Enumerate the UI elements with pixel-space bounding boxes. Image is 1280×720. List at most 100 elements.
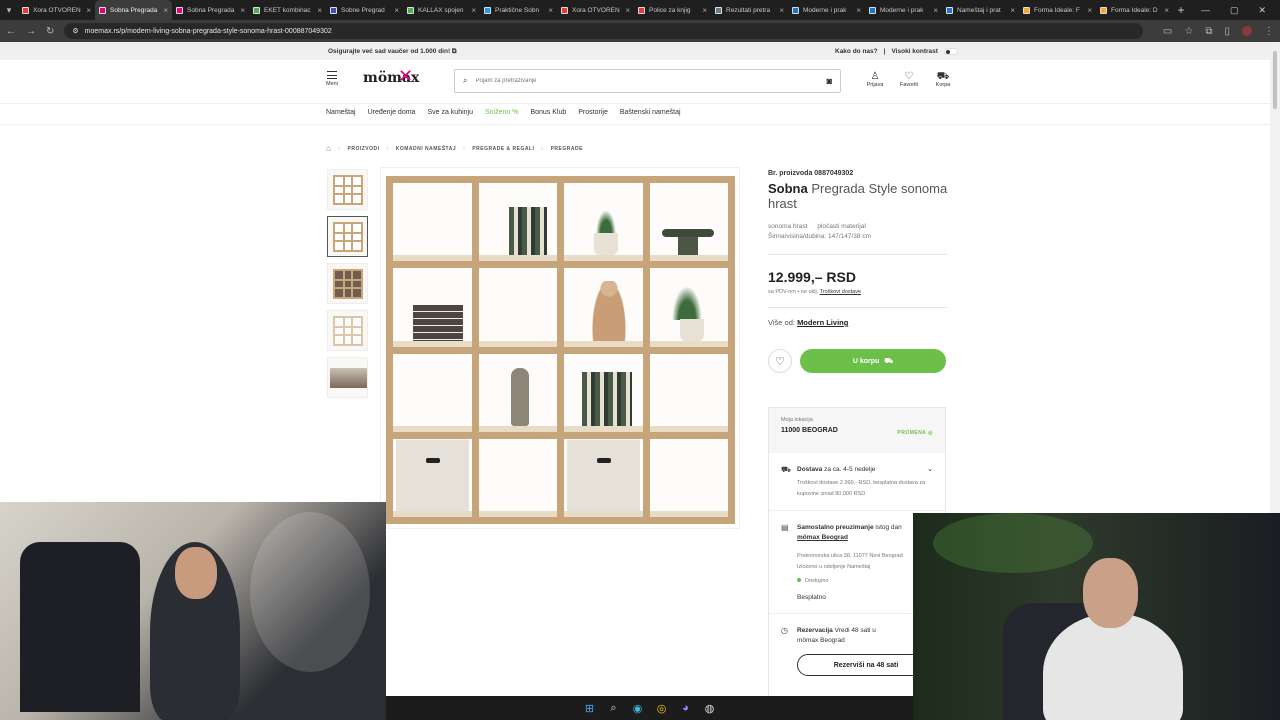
close-tab-icon[interactable]: × (548, 6, 553, 15)
thumbnail[interactable] (327, 357, 368, 398)
back-icon[interactable]: ← (6, 26, 16, 37)
search-input[interactable] (475, 78, 827, 84)
close-tab-icon[interactable]: × (163, 6, 168, 15)
close-tab-icon[interactable]: × (1164, 6, 1169, 15)
browser-tab[interactable]: Sobna Pregrada × (172, 0, 249, 20)
site-logo[interactable]: mömax ✕ (363, 66, 419, 87)
browser-tab[interactable]: Praktične Sobn × (480, 0, 557, 20)
breadcrumb-item[interactable]: PROIZVODI (348, 146, 380, 152)
site-info-icon[interactable]: ⚙ (72, 27, 78, 35)
close-tab-icon[interactable]: × (1010, 6, 1015, 15)
browser-tab[interactable]: Forma Ideale: D × (1096, 0, 1173, 20)
close-tab-icon[interactable]: × (240, 6, 245, 15)
cast-icon[interactable]: ▭ (1163, 26, 1172, 37)
search-icon[interactable]: ⌕ (463, 76, 467, 86)
close-tab-icon[interactable]: × (471, 6, 476, 15)
thumbnail-selected[interactable] (327, 216, 368, 257)
nav-furniture[interactable]: Nameštaj (326, 109, 356, 116)
thumbnail[interactable] (327, 169, 368, 210)
product-image[interactable] (380, 167, 740, 529)
tab-title: Xora OTVOREN (33, 6, 81, 14)
extensions-icon[interactable]: ⧉ (1205, 26, 1212, 37)
tab-title: Moderne i prak (803, 6, 847, 14)
profile-avatar[interactable] (1242, 26, 1252, 36)
cart-icon: ⛟ (884, 357, 894, 365)
home-icon[interactable]: ⌂ (326, 144, 331, 153)
menu-button[interactable]: Meni (326, 71, 338, 87)
tab-title: Moderne i prak (880, 6, 924, 14)
browser-tab[interactable]: Nameštaj i prat × (942, 0, 1019, 20)
close-tab-icon[interactable]: × (86, 6, 91, 15)
divider (768, 254, 948, 255)
shipping-costs-link[interactable]: Troškovi dostave (820, 289, 861, 295)
add-to-favorites-button[interactable]: ♡ (768, 349, 792, 373)
discord-icon[interactable]: ◕ (679, 702, 693, 714)
change-location-button[interactable]: PROMENA ◎ (897, 430, 933, 436)
app-icon[interactable]: ◍ (703, 702, 717, 715)
chevron-down-icon[interactable]: ⌄ (927, 465, 933, 473)
close-tab-icon[interactable]: × (1087, 6, 1092, 15)
browser-tab[interactable]: EKET kombinac × (249, 0, 326, 20)
sidebar-icon[interactable]: ▯ (1224, 26, 1230, 37)
breadcrumb-item[interactable]: PREGRADE & REGALI (472, 146, 534, 152)
cart-button[interactable]: ⛟ Korpa (933, 71, 953, 88)
start-icon[interactable]: ⊞ (583, 702, 597, 715)
close-icon[interactable]: ✕ (1258, 5, 1266, 16)
favicon-icon (1023, 6, 1030, 14)
brand-link[interactable]: Modern Living (797, 318, 848, 327)
login-button[interactable]: ♙ Prijava (865, 71, 885, 88)
browser-tab[interactable]: Moderne i prak × (788, 0, 865, 20)
favorites-button[interactable]: ♡ Favoriti (899, 71, 919, 88)
close-tab-icon[interactable]: × (702, 6, 707, 15)
minimize-icon[interactable]: — (1201, 5, 1210, 15)
close-tab-icon[interactable]: × (625, 6, 630, 15)
close-tab-icon[interactable]: × (779, 6, 784, 15)
cart-icon: ⛟ (936, 71, 950, 82)
main-nav: Nameštaj Uređenje doma Sve za kuhinju Sn… (326, 109, 681, 116)
search-icon[interactable]: ⌕ (607, 702, 621, 715)
camera-search-icon[interactable]: ◙ (827, 76, 832, 86)
promo-voucher[interactable]: Osigurajte već sad vaučer od 1.000 din! … (328, 48, 457, 56)
nav-bonus-club[interactable]: Bonus Klub (530, 109, 566, 116)
bookmark-star-icon[interactable]: ☆ (1184, 26, 1193, 37)
streamer-figure (1043, 613, 1183, 720)
nav-home-decor[interactable]: Uređenje doma (368, 109, 416, 116)
thumbnail[interactable] (327, 263, 368, 304)
address-bar[interactable]: ⚙ moemax.rs/p/modern-living-sobna-pregra… (64, 23, 1143, 39)
reload-icon[interactable]: ↻ (46, 26, 54, 37)
nav-garden[interactable]: Baštenski nameštaj (620, 109, 681, 116)
browser-tab[interactable]: Xora OTVOREN × (557, 0, 634, 20)
browser-tab[interactable]: Sobna Pregrada × (95, 0, 172, 20)
browser-tab[interactable]: Forma Ideale: F × (1019, 0, 1096, 20)
add-to-cart-button[interactable]: U korpu ⛟ (800, 349, 946, 373)
breadcrumb-item[interactable]: PREGRADE (551, 146, 583, 152)
close-tab-icon[interactable]: × (933, 6, 938, 15)
truck-icon: ⛟ (781, 465, 792, 474)
chrome-icon[interactable]: ◎ (655, 702, 669, 715)
tab-search-icon[interactable]: ▾ (0, 0, 18, 20)
forward-icon[interactable]: → (26, 26, 36, 37)
maximize-icon[interactable]: ▢ (1230, 5, 1239, 16)
new-tab-button[interactable]: + (1173, 3, 1189, 17)
high-contrast-toggle[interactable] (943, 48, 958, 55)
delivery-option[interactable]: ⛟ Dostava za ca. 4-5 nedelje Troškovi do… (769, 453, 945, 500)
browser-tab[interactable]: Xora OTVOREN × (18, 0, 95, 20)
browser-tab[interactable]: Moderne i prak × (865, 0, 942, 20)
edge-icon[interactable]: ◉ (631, 702, 645, 715)
browser-tab[interactable]: Sobne Pregrad × (326, 0, 403, 20)
browser-menu-icon[interactable]: ⋮ (1264, 26, 1274, 37)
nav-sale[interactable]: Sniženo % (485, 109, 518, 116)
breadcrumb-item[interactable]: KOMADNI NAMEŠTAJ (396, 146, 456, 152)
breadcrumb: ⌂ › PROIZVODI › KOMADNI NAMEŠTAJ › PREGR… (326, 144, 583, 153)
close-tab-icon[interactable]: × (856, 6, 861, 15)
window-controls: — ▢ ✕ (1201, 0, 1280, 20)
thumbnail[interactable] (327, 310, 368, 351)
browser-tab[interactable]: Rezultati pretra × (711, 0, 788, 20)
close-tab-icon[interactable]: × (394, 6, 399, 15)
how-to-reach-link[interactable]: Kako do nas? (835, 48, 878, 55)
browser-tab[interactable]: KALLAX spojen × (403, 0, 480, 20)
nav-rooms[interactable]: Prostorije (578, 109, 608, 116)
nav-kitchen[interactable]: Sve za kuhinju (427, 109, 473, 116)
browser-tab[interactable]: Police za knjig × (634, 0, 711, 20)
close-tab-icon[interactable]: × (317, 6, 322, 15)
